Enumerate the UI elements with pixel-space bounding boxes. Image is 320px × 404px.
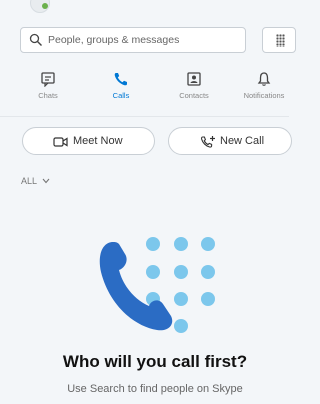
search-input[interactable]: People, groups & messages: [20, 27, 246, 53]
search-icon: [29, 33, 42, 46]
search-placeholder: People, groups & messages: [48, 34, 180, 46]
tab-chats-label: Chats: [38, 91, 58, 100]
empty-state-title: Who will you call first?: [62, 352, 248, 371]
filter-label: ALL: [21, 176, 37, 186]
new-call-button[interactable]: New Call: [168, 127, 292, 155]
phone-handset-shape: [99, 242, 173, 331]
tab-notifications[interactable]: Notifications: [234, 68, 294, 108]
tab-calls-label: Calls: [112, 91, 130, 100]
phone-plus-icon: [201, 136, 215, 148]
dialpad-dot: [201, 237, 215, 251]
dialpad-dot: [146, 265, 160, 279]
contacts-icon: [187, 72, 201, 86]
filter-dropdown[interactable]: ALL: [21, 176, 50, 186]
dialpad-button[interactable]: [262, 27, 296, 53]
meet-now-label: Meet Now: [73, 135, 123, 147]
phone-dialpad-illustration: [99, 237, 215, 333]
tab-contacts-label: Contacts: [179, 91, 209, 100]
top-strip: [0, 0, 289, 14]
tab-contacts[interactable]: Contacts: [164, 68, 224, 108]
meet-now-button[interactable]: Meet Now: [22, 127, 155, 155]
dialpad-dot: [201, 292, 215, 306]
empty-state-subtitle: Use Search to find people on Skype: [67, 383, 243, 395]
bell-icon: [257, 72, 271, 86]
tab-notifications-label: Notifications: [243, 91, 285, 100]
dialpad-dot: [174, 265, 188, 279]
dialpad-dot: [201, 265, 215, 279]
tab-calls[interactable]: Calls: [91, 68, 151, 108]
video-camera-icon: [53, 137, 68, 147]
dialpad-dot: [174, 292, 188, 306]
profile-avatar[interactable]: [30, 0, 50, 13]
dialpad-dot: [174, 319, 188, 333]
chevron-down-icon: [42, 178, 50, 184]
tab-chats[interactable]: Chats: [18, 68, 78, 108]
main-nav: Chats Calls Contacts Notifications: [0, 68, 289, 108]
dialpad-icon: [276, 34, 285, 47]
phone-icon: [114, 73, 127, 86]
new-call-label: New Call: [220, 135, 265, 147]
nav-divider: [0, 116, 289, 117]
dialpad-dot: [146, 237, 160, 251]
chat-icon: [41, 72, 55, 87]
dialpad-dot: [174, 237, 188, 251]
